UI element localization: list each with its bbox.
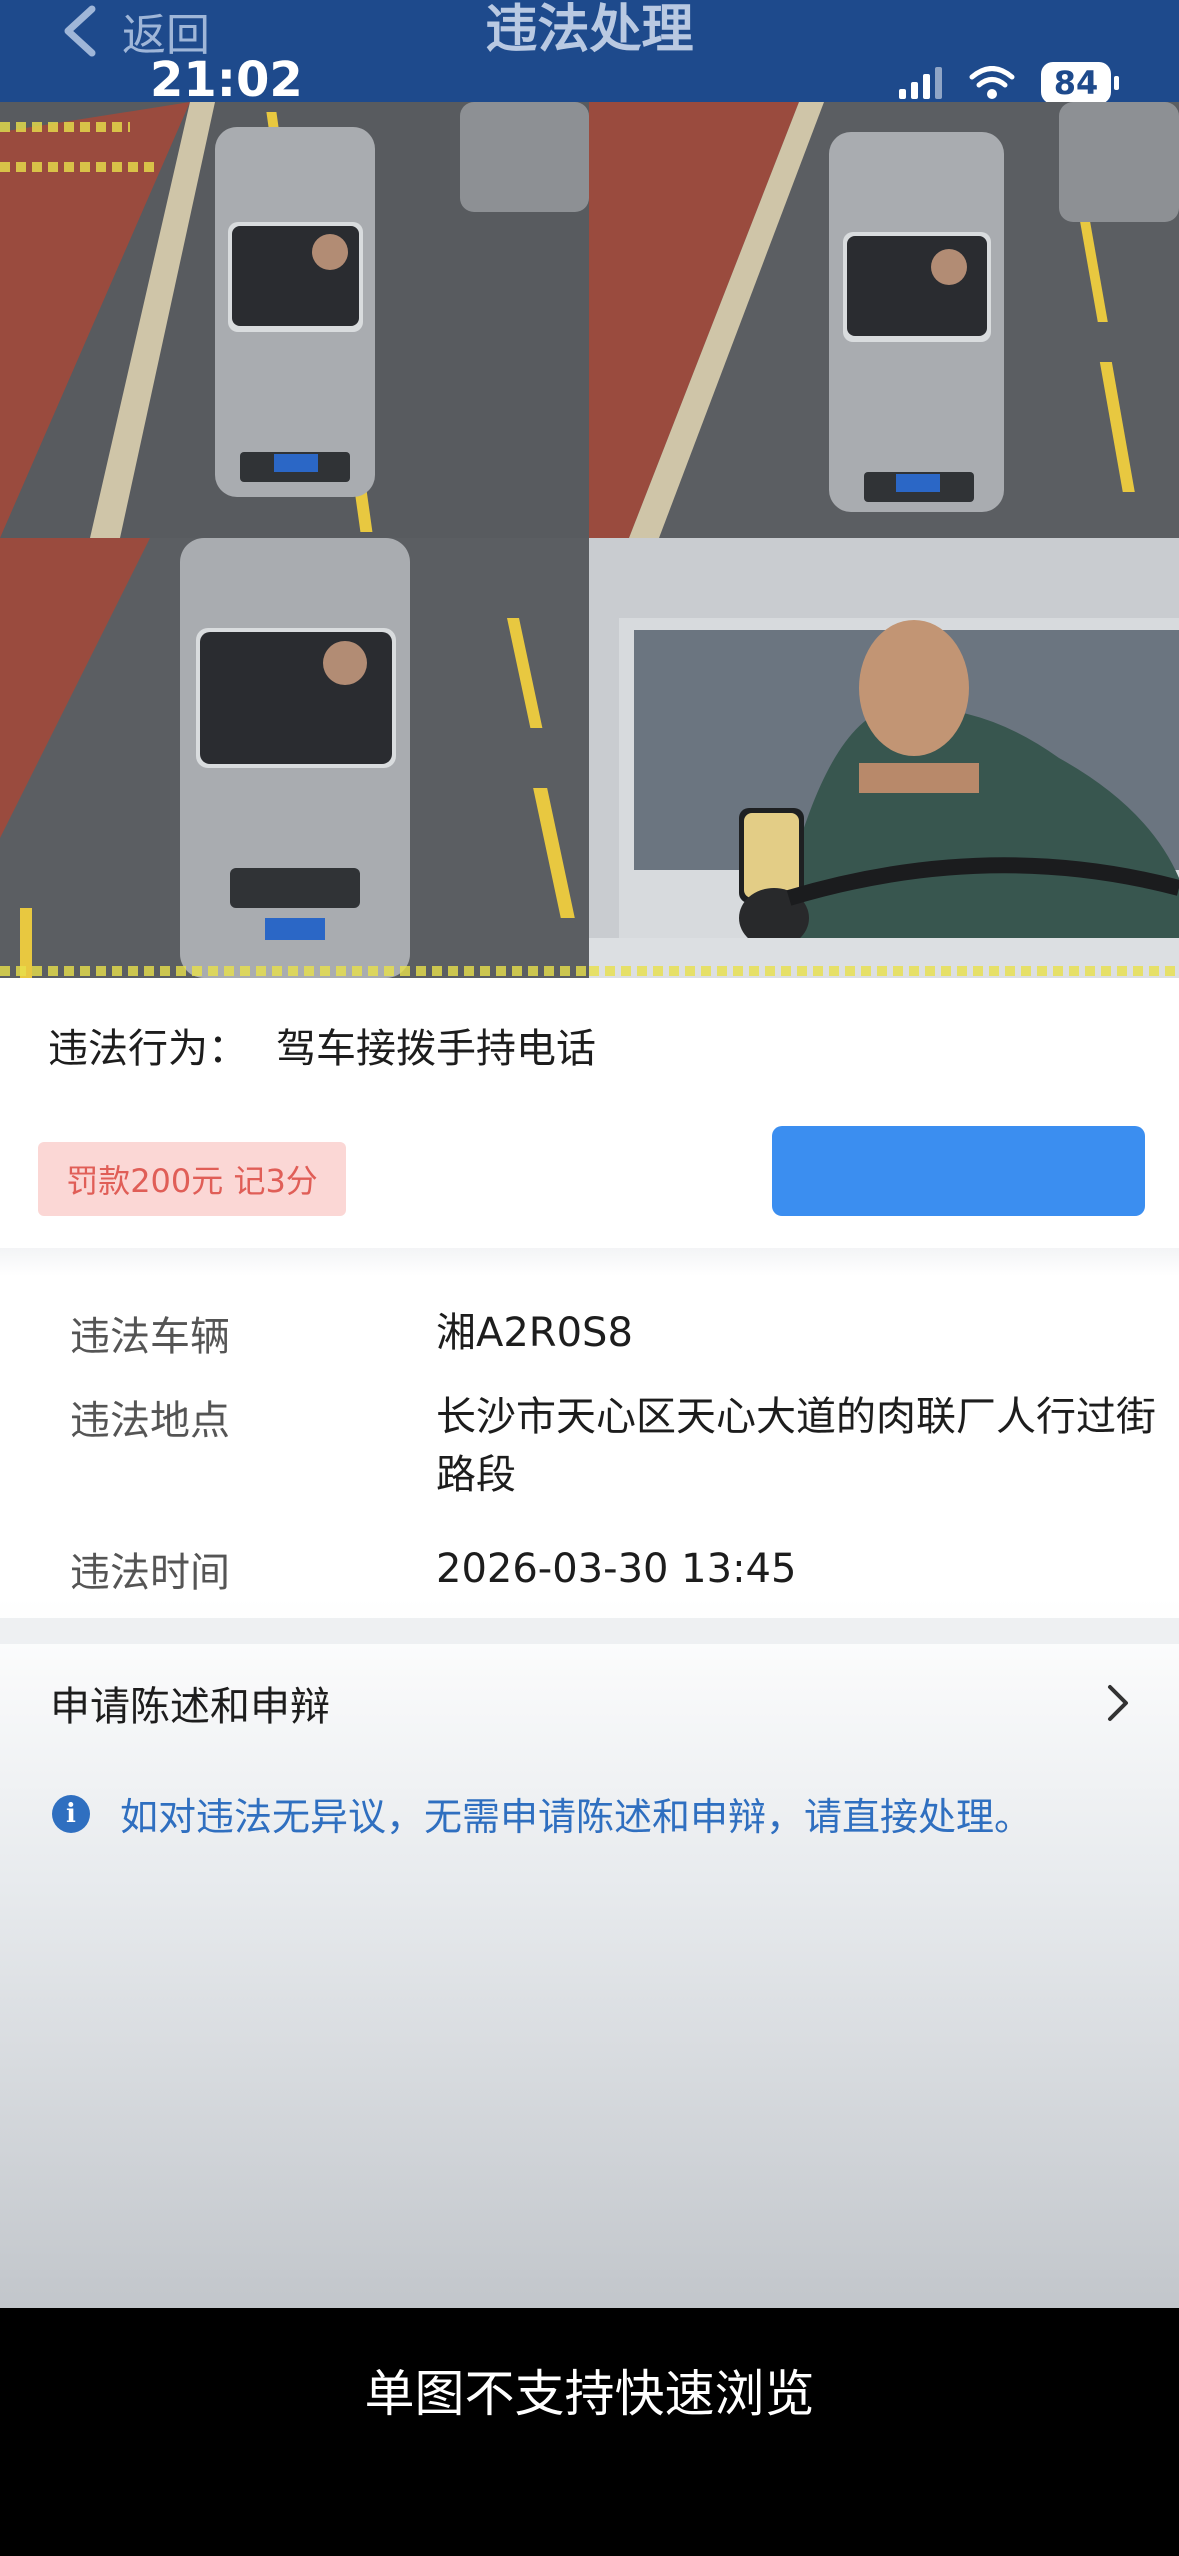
appeal-row[interactable]: 申请陈述和申辩	[50, 1668, 1130, 1738]
camera-photo-2[interactable]	[589, 102, 1179, 538]
status-icons: 84	[899, 62, 1119, 102]
behavior-value: 驾车接拨手持电话	[276, 1026, 596, 1072]
vehicle-value: 湘A2R0S8	[436, 1310, 633, 1356]
bottom-hint: 单图不支持快速浏览	[364, 2365, 815, 2423]
camera-stamp	[589, 966, 1179, 976]
time-row: 违法时间 2026-03-30 13:45	[70, 1540, 1156, 1598]
time-label: 违法时间	[70, 1550, 230, 1596]
notice-message: 如对违法无异议，无需申请陈述和申辩，请直接处理。	[120, 1795, 1033, 1839]
battery-indicator: 84	[1041, 62, 1119, 102]
camera-photo-3[interactable]	[0, 538, 589, 978]
nav-header: 返回 违法处理 21:02 84	[0, 0, 1179, 102]
camera-stamp	[0, 966, 589, 976]
location-row: 违法地点 长沙市天心区天心大道的肉联厂人行过街路段	[70, 1388, 1156, 1504]
vehicle-row: 违法车辆 湘A2R0S8	[70, 1304, 1156, 1362]
camera-stamp	[0, 122, 130, 132]
handle-violation-button[interactable]	[772, 1126, 1145, 1216]
behavior-label: 违法行为：	[48, 1026, 248, 1072]
fine-badge: 罚款200元 记3分	[38, 1142, 346, 1216]
section-divider	[0, 1248, 1179, 1276]
violation-detail-card: 违法行为： 驾车接拨手持电话 罚款200元 记3分 违法车辆 湘A2R0S8 违法…	[0, 978, 1179, 2308]
evidence-photo-grid	[0, 102, 1179, 978]
location-label: 违法地点	[70, 1398, 230, 1444]
camera-photo-1[interactable]	[0, 102, 589, 538]
time-value: 2026-03-30 13:45	[436, 1546, 797, 1592]
vehicle-label: 违法车辆	[70, 1314, 230, 1360]
appeal-label: 申请陈述和申辩	[50, 1684, 330, 1730]
chevron-right-icon	[1108, 1685, 1128, 1721]
status-time: 21:02	[150, 52, 303, 102]
camera-stamp	[0, 162, 160, 172]
violation-behavior: 违法行为： 驾车接拨手持电话	[48, 1016, 596, 1074]
section-divider	[0, 1618, 1179, 1644]
notice-text: i 如对违法无异议，无需申请陈述和申辩，请直接处理。	[52, 1786, 1032, 1841]
location-value: 长沙市天心区天心大道的肉联厂人行过街路段	[436, 1394, 1156, 1498]
bottom-bar: 单图不支持快速浏览	[0, 2308, 1179, 2556]
wifi-icon	[969, 66, 1015, 99]
signal-icon	[899, 67, 942, 99]
driver-closeup-photo[interactable]	[589, 538, 1179, 978]
info-icon: i	[52, 1794, 90, 1833]
